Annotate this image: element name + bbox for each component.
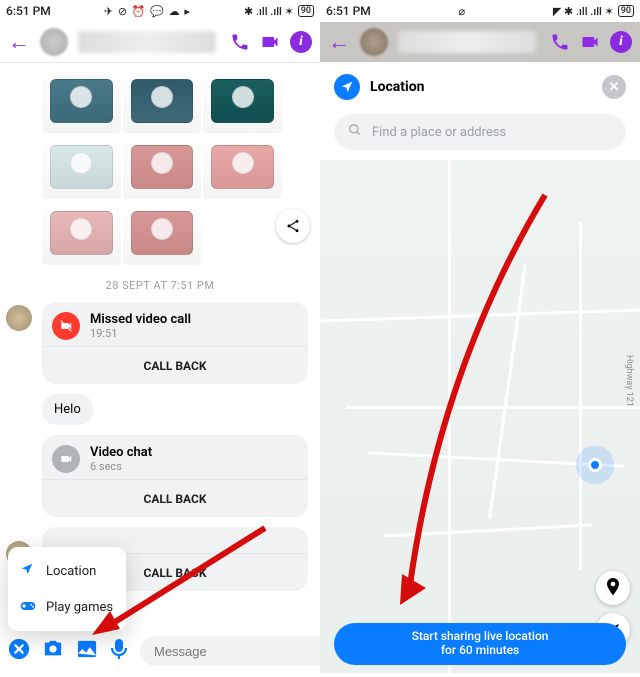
gallery-icon[interactable]: [76, 639, 98, 664]
chat-timestamp: 28 SEPT AT 7:51 PM: [0, 279, 320, 292]
video-chat-title: Video chat: [90, 445, 152, 460]
callback-button[interactable]: CALL BACK: [42, 346, 308, 384]
missed-call-title: Missed video call: [90, 312, 191, 327]
mic-icon[interactable]: [110, 638, 128, 665]
search-icon: [348, 123, 362, 141]
road-label: Highway 121: [624, 355, 634, 407]
camera-icon[interactable]: [42, 639, 64, 664]
contact-name[interactable]: [78, 31, 216, 53]
video-chat-card: Video chat 6 secs CALL BACK: [42, 435, 308, 517]
avatar[interactable]: [40, 28, 68, 56]
message-input[interactable]: [140, 636, 320, 666]
my-location-dot: [588, 458, 602, 472]
status-bar: 6:51 PM ⌀ ◤ ✱ .ıll .ıll ✶ 90: [320, 0, 640, 22]
share-live-location-button[interactable]: Start sharing live location for 60 minut…: [334, 623, 626, 665]
missed-call-time: 19:51: [90, 327, 191, 340]
location-search[interactable]: Find a place or address: [334, 114, 626, 150]
avatar[interactable]: [360, 28, 388, 56]
popup-games[interactable]: Play games: [8, 589, 126, 625]
info-icon[interactable]: i: [610, 31, 632, 53]
share-line1: Start sharing live location: [412, 630, 549, 644]
video-chat-sub: 6 secs: [90, 460, 152, 473]
search-placeholder: Find a place or address: [372, 125, 506, 140]
call-icon[interactable]: [550, 32, 570, 52]
composer: [0, 631, 320, 671]
chat-header: ← i: [0, 22, 320, 62]
more-icon[interactable]: [8, 638, 30, 665]
share-line2: for 60 minutes: [441, 644, 519, 658]
attachment-popup: Location Play games: [8, 547, 126, 631]
pin-icon[interactable]: [596, 571, 630, 605]
location-title: Location: [370, 79, 424, 95]
video-icon[interactable]: [260, 32, 280, 52]
share-icon[interactable]: [276, 209, 310, 243]
popup-location[interactable]: Location: [8, 553, 126, 589]
games-icon: [20, 598, 36, 616]
missed-call-icon: [52, 312, 80, 340]
video-chat-icon: [52, 445, 80, 473]
popup-games-label: Play games: [46, 600, 113, 615]
location-icon: [334, 74, 360, 100]
missed-call-card: Missed video call 19:51 CALL BACK: [42, 302, 308, 384]
status-bar: 6:51 PM ✈ ⊘ ⏰ 💬 ☁ ▸ ✱ .ıll .ıll ✶ 90: [0, 0, 320, 22]
info-icon[interactable]: i: [290, 31, 312, 53]
message-bubble: Helo: [42, 394, 93, 425]
close-icon[interactable]: ✕: [602, 75, 626, 99]
contact-name[interactable]: [398, 31, 536, 53]
back-icon[interactable]: ←: [328, 29, 350, 55]
chat-header: ← i: [320, 22, 640, 62]
map[interactable]: Highway 121: [320, 160, 640, 673]
call-icon[interactable]: [230, 32, 250, 52]
location-arrow-icon: [20, 562, 36, 580]
sender-avatar[interactable]: [6, 305, 32, 331]
status-time: 6:51 PM: [326, 4, 371, 18]
callback-button[interactable]: CALL BACK: [42, 479, 308, 517]
location-panel: Location ✕ Find a place or address Highw…: [320, 62, 640, 677]
video-icon[interactable]: [580, 32, 600, 52]
popup-location-label: Location: [46, 564, 96, 579]
shared-photos[interactable]: [42, 69, 282, 265]
back-icon[interactable]: ←: [8, 29, 30, 55]
status-time: 6:51 PM: [6, 4, 51, 18]
